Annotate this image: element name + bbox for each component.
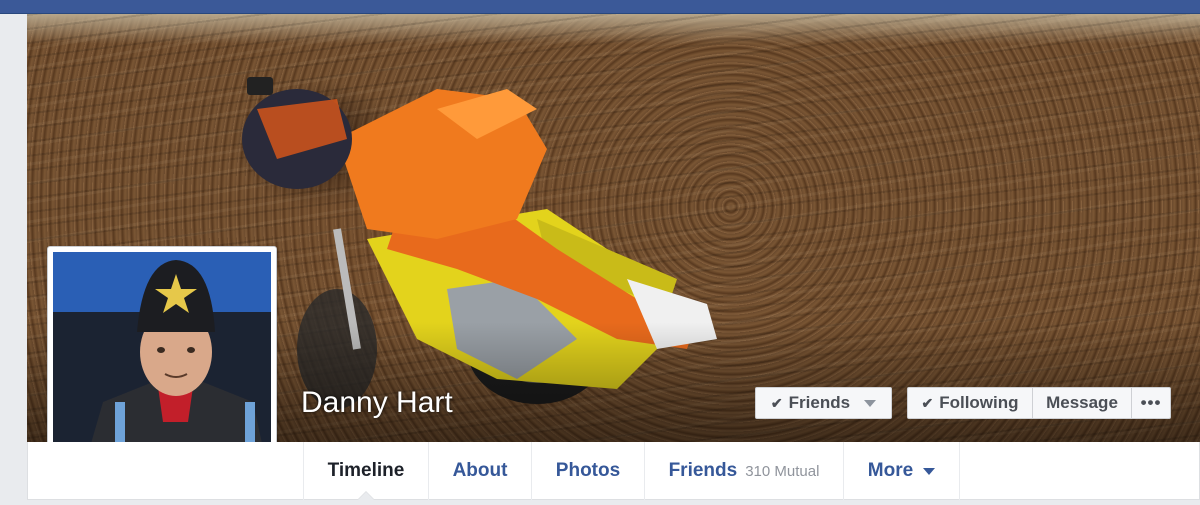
profile-picture[interactable] — [53, 252, 271, 471]
check-icon: ✔ — [770, 394, 783, 411]
tab-label: More — [867, 460, 914, 481]
right-eye — [187, 347, 195, 353]
profile-portrait-illustration — [53, 252, 271, 471]
following-button-label: Following — [939, 393, 1019, 412]
tab-more[interactable]: More — [844, 442, 960, 500]
mutual-friends-count: 310 Mutual — [745, 462, 820, 480]
friends-button-label: Friends — [788, 393, 851, 412]
profile-actions-group: ✔ Following Message ••• — [907, 387, 1171, 419]
tab-label: About — [452, 460, 508, 481]
check-icon: ✔ — [921, 394, 934, 411]
profile-navigation: Timeline About Photos Friends 310 Mutual… — [27, 442, 1200, 500]
tab-about[interactable]: About — [429, 442, 532, 500]
following-button[interactable]: ✔ Following — [908, 388, 1033, 418]
tab-friends[interactable]: Friends 310 Mutual — [645, 442, 844, 500]
more-dots-icon[interactable]: ••• — [1132, 388, 1170, 418]
caret-down-icon — [923, 467, 936, 475]
tab-photos[interactable]: Photos — [532, 442, 645, 500]
left-gutter — [0, 14, 27, 505]
friends-button[interactable]: ✔ Friends — [755, 387, 892, 419]
tab-timeline[interactable]: Timeline — [303, 442, 429, 500]
left-eye — [157, 347, 165, 353]
message-button[interactable]: Message — [1033, 388, 1132, 418]
profile-name: Danny Hart — [301, 386, 453, 419]
profile-tabs: Timeline About Photos Friends 310 Mutual… — [303, 442, 960, 500]
active-tab-pointer — [357, 491, 375, 500]
tab-label: Timeline — [327, 460, 405, 481]
helmet-camera — [247, 77, 273, 95]
message-button-label: Message — [1046, 393, 1118, 412]
tab-label: Friends — [668, 460, 738, 481]
caret-down-icon — [864, 399, 877, 407]
tab-label: Photos — [555, 460, 621, 481]
top-navigation-bar — [0, 0, 1200, 14]
